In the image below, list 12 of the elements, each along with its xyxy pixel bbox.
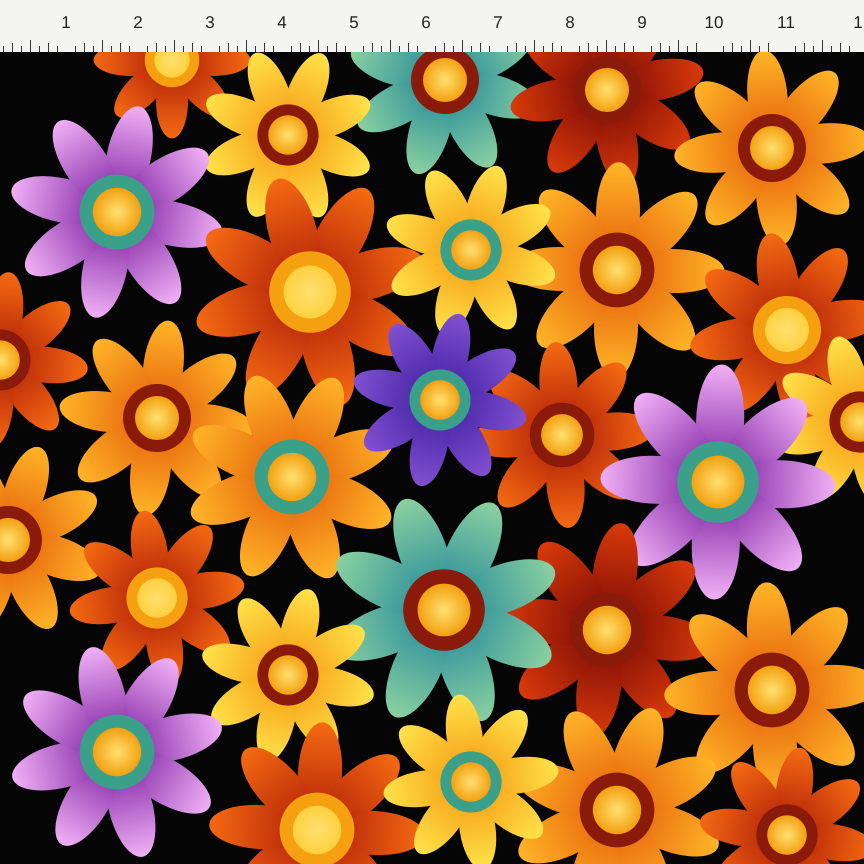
ruler-number: 7	[493, 14, 503, 52]
ruler-number: 3	[205, 14, 215, 52]
ruler-number: 4	[277, 14, 287, 52]
ruler-number: 2	[133, 14, 143, 52]
ruler-number: 6	[421, 14, 431, 52]
ruler-number: 1	[61, 14, 71, 52]
ruler-number: 1	[853, 14, 863, 52]
ruler-number: 11	[777, 14, 795, 52]
ruler-number: 8	[565, 14, 575, 52]
ruler-number: 5	[349, 14, 359, 52]
ruler-number: 9	[637, 14, 647, 52]
ruler-number: 10	[704, 14, 724, 52]
